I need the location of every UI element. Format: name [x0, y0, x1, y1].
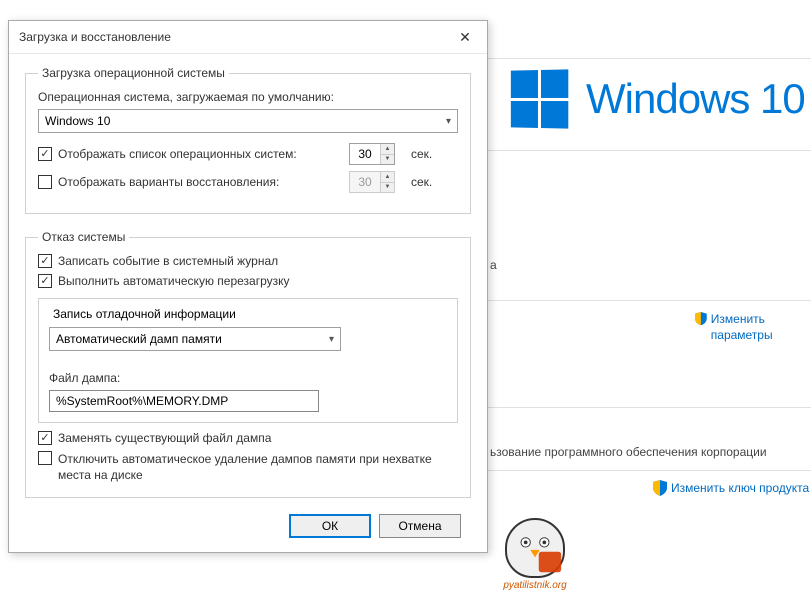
chevron-down-icon: ▾ — [446, 116, 451, 127]
startup-recovery-dialog: Загрузка и восстановление ✕ Загрузка опе… — [8, 20, 488, 553]
disable-autodelete-label: Отключить автоматическое удаление дампов… — [58, 451, 458, 483]
dump-file-input[interactable] — [49, 390, 319, 412]
auto-restart-label: Выполнить автоматическую перезагрузку — [58, 274, 458, 288]
dump-file-label: Файл дампа: — [49, 371, 447, 385]
show-recovery-input — [350, 172, 380, 192]
log-event-label: Записать событие в системный журнал — [58, 254, 458, 268]
overwrite-dump-checkbox[interactable] — [38, 431, 52, 445]
debug-info-legend: Запись отладочной информации — [49, 307, 240, 321]
auto-restart-checkbox[interactable] — [38, 274, 52, 288]
show-recovery-checkbox[interactable] — [38, 175, 52, 189]
chevron-down-icon: ▾ — [329, 334, 334, 345]
overwrite-dump-label: Заменять существующий файл дампа — [58, 431, 458, 445]
dialog-titlebar: Загрузка и восстановление ✕ — [9, 21, 487, 54]
close-button[interactable]: ✕ — [451, 27, 479, 47]
seconds-unit: сек. — [411, 175, 432, 189]
system-boot-group: Загрузка операционной системы Операционн… — [25, 66, 471, 214]
close-icon: ✕ — [459, 29, 471, 46]
cancel-button[interactable]: Отмена — [379, 514, 461, 538]
shield-icon — [695, 312, 707, 328]
mascot-url: pyatilistnik.org — [503, 580, 566, 591]
seconds-unit: сек. — [411, 147, 432, 161]
ok-button[interactable]: ОК — [289, 514, 371, 538]
debug-dump-value: Автоматический дамп памяти — [56, 332, 222, 346]
show-os-list-spinner[interactable]: ▲ ▼ — [349, 143, 395, 165]
debug-info-group: Запись отладочной информации Автоматичес… — [38, 298, 458, 423]
log-event-checkbox[interactable] — [38, 254, 52, 268]
default-os-select[interactable]: Windows 10 ▾ — [38, 109, 458, 133]
spin-up-icon[interactable]: ▲ — [381, 144, 394, 155]
bg-text-fragment-a: а — [490, 258, 497, 272]
change-product-key-link[interactable]: Изменить ключ продукта — [653, 480, 809, 496]
spin-down-icon[interactable]: ▼ — [381, 155, 394, 165]
change-settings-link[interactable]: Изменить параметры — [695, 312, 811, 343]
system-failure-legend: Отказ системы — [38, 230, 129, 244]
dialog-title: Загрузка и восстановление — [19, 30, 171, 44]
default-os-value: Windows 10 — [45, 114, 110, 128]
system-boot-legend: Загрузка операционной системы — [38, 66, 229, 80]
windows-logo-icon — [511, 69, 568, 128]
disable-autodelete-checkbox[interactable] — [38, 451, 52, 465]
change-key-text: Изменить ключ продукта — [671, 481, 809, 495]
spin-down-icon: ▼ — [381, 183, 394, 193]
show-os-list-input[interactable] — [350, 144, 380, 164]
show-os-list-label: Отображать список операционных систем: — [58, 147, 343, 161]
show-os-list-checkbox[interactable] — [38, 147, 52, 161]
show-recovery-spinner: ▲ ▼ — [349, 171, 395, 193]
change-settings-text: Изменить параметры — [711, 312, 811, 343]
default-os-label: Операционная система, загружаемая по умо… — [38, 90, 458, 104]
bg-license-text: ьзование программного обеспечения корпор… — [490, 445, 767, 459]
shield-icon — [653, 480, 667, 496]
system-failure-group: Отказ системы Записать событие в системн… — [25, 230, 471, 498]
show-recovery-label: Отображать варианты восстановления: — [58, 175, 343, 189]
mascot-logo: pyatilistnik.org — [490, 501, 580, 591]
windows-brand-text: Windows 10 — [586, 75, 805, 123]
debug-dump-select[interactable]: Автоматический дамп памяти ▾ — [49, 327, 341, 351]
spin-up-icon: ▲ — [381, 172, 394, 183]
windows-brand: Windows 10 — [510, 70, 805, 128]
